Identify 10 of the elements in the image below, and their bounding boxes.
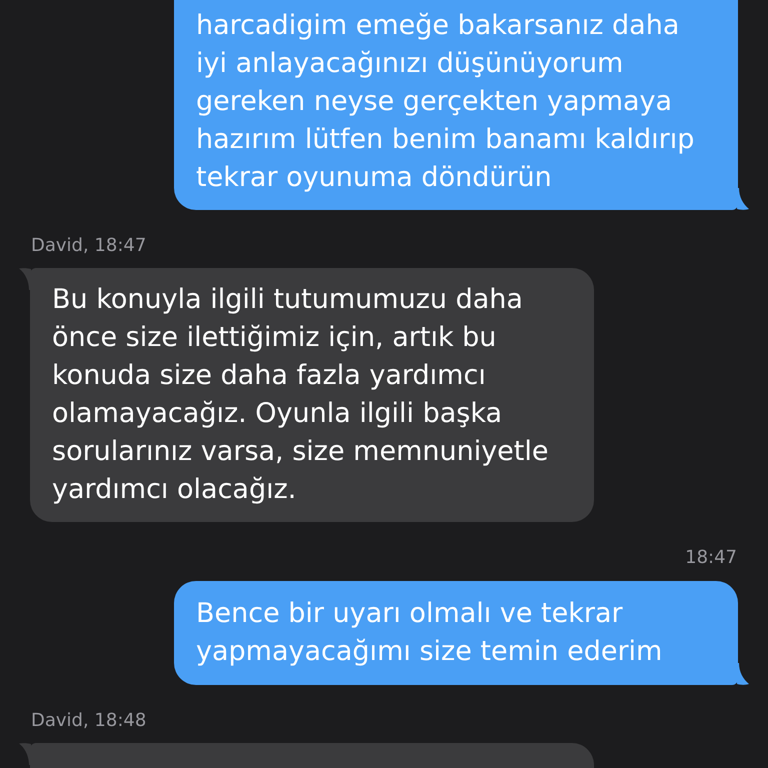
message-header: David, 18:47 <box>31 234 146 258</box>
bubble-tail-icon <box>19 268 31 290</box>
message-header: 18:47 <box>685 546 737 570</box>
bubble-tail-icon <box>737 663 749 685</box>
bubble-tail-icon <box>19 743 31 765</box>
message-bubble: Bence bir uyarı olmalı ve tekrar yapmayacağımı size temin ederim <box>174 581 738 685</box>
message-bubble: harcadigim emeğe bakarsanız daha iyi anlayacağınızı düşünüyorum gereken neyse gerçekten yapmaya hazırım lütfen benim banamı kaldırıp tekrar oyunuma döndürün <box>174 0 738 210</box>
message-bubble: Bu konuyla ilgili tutumumuzu daha önce size ilettiğimiz için, artık bu konuda size daha fazla yardımcı olamayacağız. Oyunla ilgili başka sorularınız varsa, size memnuniyetle yardımcı olacağız. <box>30 268 594 522</box>
message-header: David, 18:48 <box>31 709 146 733</box>
bubble-tail-icon <box>737 188 749 210</box>
